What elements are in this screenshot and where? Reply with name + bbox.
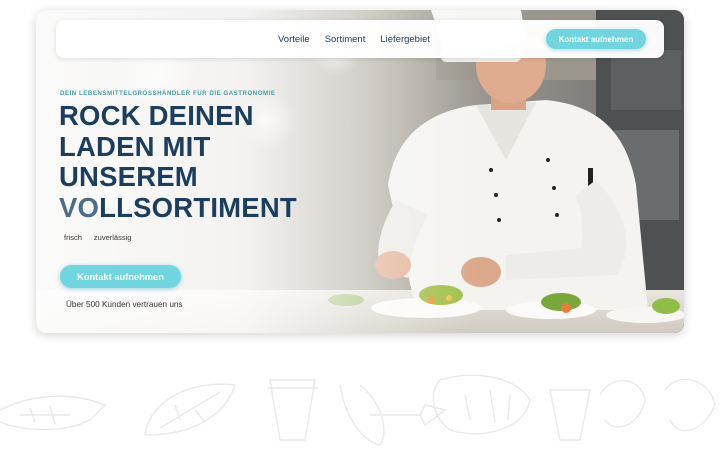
top-navigation: Vorteile Sortiment Liefergebiet Kontakt … — [56, 20, 664, 58]
hero-section: Vorteile Sortiment Liefergebiet Kontakt … — [36, 10, 684, 333]
tag-zuverlaessig: zuverlässig — [93, 233, 132, 242]
headline-line-4: VOLLSORTIMENT — [59, 191, 359, 224]
headline-line-3: UNSEREM — [59, 161, 198, 192]
nav-link-sortiment[interactable]: Sortiment — [325, 34, 366, 45]
nav-links: Vorteile Sortiment Liefergebiet — [278, 20, 430, 58]
food-outline-illustrations — [0, 374, 716, 446]
nav-link-liefergebiet[interactable]: Liefergebiet — [380, 34, 430, 45]
customer-count-text: Über 500 Kunden vertrauen uns — [66, 300, 183, 309]
headline-rest: LLSORTIMENT — [99, 191, 297, 223]
nav-link-vorteile[interactable]: Vorteile — [278, 34, 310, 45]
hero-contact-button[interactable]: Kontakt aufnehmen — [60, 265, 181, 288]
hero-headline: ROCK DEINEN LADEN MIT UNSEREM VOLLSORTIM… — [59, 100, 359, 224]
hero-kicker: DEIN LEBENSMITTELGROSSHÄNDLER FÜR DIE GA… — [60, 90, 276, 97]
tag-frisch: frisch — [64, 233, 82, 242]
headline-accent: VO — [59, 191, 100, 223]
nav-contact-button[interactable]: Kontakt aufnehmen — [546, 29, 646, 49]
hero-tags: frisch zuverlässig — [64, 233, 131, 242]
landing-page: Vorteile Sortiment Liefergebiet Kontakt … — [0, 0, 720, 450]
headline-line-2: LADEN MIT — [59, 130, 211, 162]
headline-line-1: ROCK DEINEN — [59, 100, 254, 131]
